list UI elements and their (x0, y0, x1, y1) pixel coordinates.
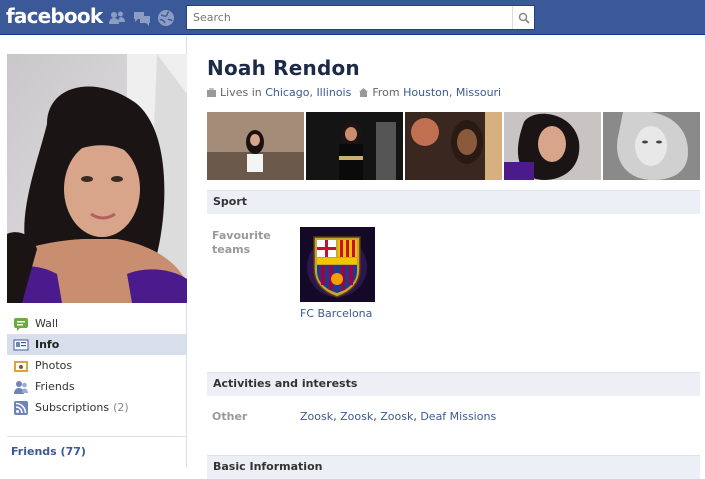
photo-thumbnail[interactable] (603, 112, 700, 180)
nav-item-label: Friends (35, 380, 75, 393)
briefcase-icon (207, 88, 216, 97)
nav-item-label: Info (35, 338, 60, 351)
left-column: Wall Info Photos Friends Subscriptions (… (0, 36, 187, 467)
magnifier-icon[interactable] (512, 6, 534, 29)
team-link-fc-barcelona[interactable]: FC Barcelona (300, 307, 372, 320)
activity-link[interactable]: Zoosk (340, 410, 373, 423)
notifications-globe-icon[interactable] (157, 9, 175, 27)
wall-icon (13, 316, 29, 332)
nav-item-label: Subscriptions (35, 401, 110, 414)
photo-thumbnail[interactable] (306, 112, 403, 180)
section-heading-basic-information: Basic Information (207, 455, 700, 479)
from-city-link[interactable]: Houston (403, 86, 449, 99)
activity-link[interactable]: Zoosk (300, 410, 333, 423)
facebook-logo[interactable]: facebook (6, 4, 103, 28)
nav-item-label: Wall (35, 317, 59, 330)
home-icon (359, 88, 369, 97)
photo-strip (207, 112, 700, 180)
subscriptions-icon (13, 400, 29, 416)
info-icon (13, 337, 29, 353)
activity-link[interactable]: Zoosk (380, 410, 413, 423)
nav-item-subscriptions[interactable]: Subscriptions (2) (7, 397, 186, 418)
photos-icon (13, 358, 29, 374)
profile-picture[interactable] (7, 54, 187, 303)
friends-count-link[interactable]: Friends (77) (11, 445, 86, 458)
nav-item-wall[interactable]: Wall (7, 313, 186, 334)
from-state-link[interactable]: Missouri (456, 86, 501, 99)
friend-requests-icon[interactable] (108, 9, 126, 27)
profile-nav: Wall Info Photos Friends Subscriptions (… (7, 313, 186, 418)
messages-icon[interactable] (133, 9, 151, 27)
friends-icon (13, 379, 29, 395)
section-heading-activities: Activities and interests (207, 372, 700, 396)
section-heading-sport: Sport (207, 190, 700, 214)
from-prefix: From (372, 86, 400, 99)
search-box (186, 5, 535, 30)
activities-list: Zoosk, Zoosk, Zoosk, Deaf Missions (300, 410, 497, 423)
other-label: Other (212, 410, 248, 423)
nav-item-info[interactable]: Info (7, 334, 186, 355)
activity-link[interactable]: Deaf Missions (420, 410, 496, 423)
nav-divider (7, 436, 186, 437)
photo-thumbnail[interactable] (504, 112, 601, 180)
lives-city-link[interactable]: Chicago (265, 86, 309, 99)
lives-prefix: Lives in (220, 86, 262, 99)
top-bar: facebook (0, 0, 705, 35)
photo-thumbnail[interactable] (405, 112, 502, 180)
subscriptions-count: (2) (113, 401, 129, 414)
nav-item-friends[interactable]: Friends (7, 376, 186, 397)
search-input[interactable] (187, 6, 507, 29)
fc-barcelona-crest-icon[interactable] (300, 227, 375, 302)
lives-state-link[interactable]: Illinois (316, 86, 351, 99)
nav-item-photos[interactable]: Photos (7, 355, 186, 376)
nav-item-label: Photos (35, 359, 73, 372)
favourite-teams-label: Favourite teams (212, 229, 271, 256)
profile-location-line: Lives in Chicago, Illinois From Houston,… (207, 86, 501, 99)
profile-name: Noah Rendon (207, 56, 360, 80)
photo-thumbnail[interactable] (207, 112, 304, 180)
